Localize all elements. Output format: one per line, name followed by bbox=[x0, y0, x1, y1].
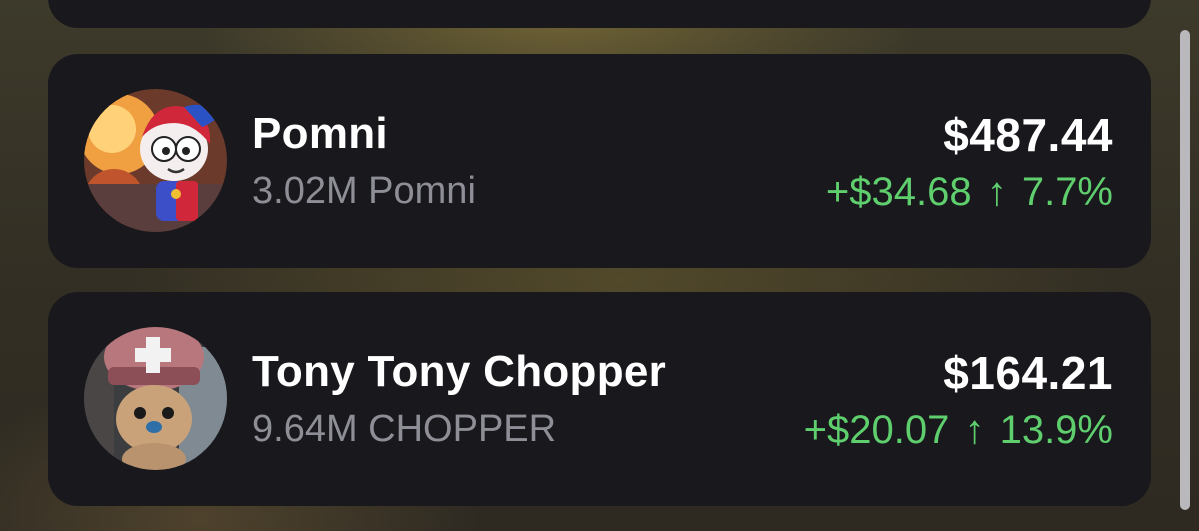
chopper-avatar bbox=[84, 327, 227, 470]
holding-change: +$20.07 ↑ 13.9% bbox=[804, 410, 1113, 450]
holding-name: Tony Tony Chopper bbox=[252, 347, 667, 396]
holding-amount: 3.02M Pomni bbox=[252, 170, 476, 212]
change-percent: 7.7% bbox=[1021, 170, 1113, 214]
holding-price: $487.44 bbox=[943, 109, 1113, 161]
previous-holding-card[interactable] bbox=[48, 0, 1151, 28]
change-percent: 13.9% bbox=[999, 408, 1113, 452]
arrow-up-icon: ↑ bbox=[986, 170, 1007, 214]
holding-name: Pomni bbox=[252, 109, 388, 158]
scrollbar[interactable] bbox=[1180, 30, 1190, 510]
holding-amount: 9.64M CHOPPER bbox=[252, 408, 557, 450]
holding-price: $164.21 bbox=[943, 347, 1113, 399]
arrow-up-icon: ↑ bbox=[964, 408, 985, 452]
change-value: +$20.07 bbox=[803, 408, 950, 452]
holding-change: +$34.68 ↑ 7.7% bbox=[826, 172, 1113, 212]
pomni-avatar bbox=[84, 89, 227, 232]
holding-row-pomni[interactable]: Pomni 3.02M Pomni $487.44 +$34.68 ↑ 7.7% bbox=[48, 54, 1151, 268]
holding-row-chopper[interactable]: Tony Tony Chopper 9.64M CHOPPER $164.21 … bbox=[48, 292, 1151, 506]
change-value: +$34.68 bbox=[825, 170, 972, 214]
